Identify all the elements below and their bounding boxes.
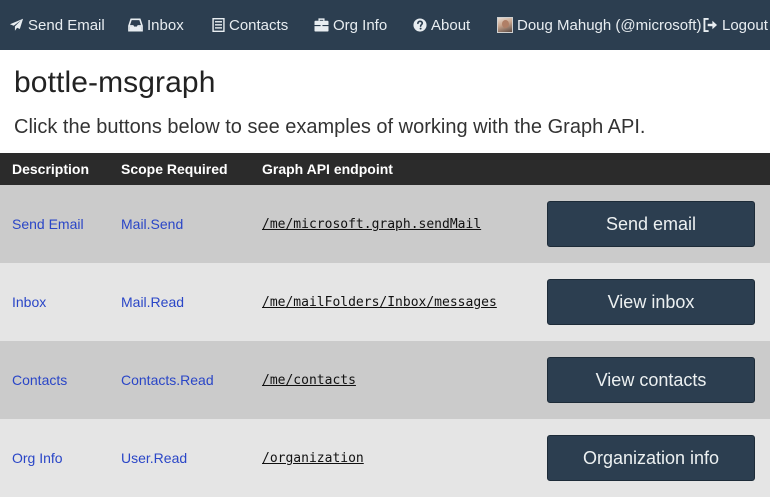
row-endpoint: /me/mailFolders/Inbox/messages [262, 295, 497, 310]
row-scope-link[interactable]: Mail.Send [121, 216, 183, 232]
view-inbox-button[interactable]: View inbox [547, 279, 755, 325]
row-description-link[interactable]: Org Info [12, 450, 63, 466]
row-scope-link[interactable]: Contacts.Read [121, 372, 214, 388]
nav-logout[interactable]: Logout [703, 0, 768, 50]
nav-send-email[interactable]: Send Email [9, 0, 105, 50]
list-icon [212, 18, 225, 32]
inbox-tray-icon [128, 18, 143, 32]
row-description-link[interactable]: Contacts [12, 372, 67, 388]
row-endpoint: /organization [262, 451, 364, 466]
column-header-description: Description [12, 161, 90, 177]
nav-inbox-label: Inbox [147, 16, 184, 34]
row-description-link[interactable]: Inbox [12, 294, 46, 310]
table-row: Send Email Mail.Send /me/microsoft.graph… [0, 185, 770, 263]
nav-user-label: Doug Mahugh (@microsoft) [517, 16, 702, 34]
top-navbar: Send Email Inbox Contacts Org Info About… [0, 0, 770, 50]
row-scope-link[interactable]: Mail.Read [121, 294, 184, 310]
nav-inbox[interactable]: Inbox [128, 0, 184, 50]
table-header: Description Scope Required Graph API end… [0, 153, 770, 185]
row-description-link[interactable]: Send Email [12, 216, 84, 232]
briefcase-icon [314, 18, 329, 32]
column-header-scope: Scope Required [121, 161, 228, 177]
nav-contacts[interactable]: Contacts [212, 0, 288, 50]
send-email-button[interactable]: Send email [547, 201, 755, 247]
row-endpoint: /me/contacts [262, 373, 356, 388]
paper-plane-icon [9, 18, 24, 32]
nav-org-info[interactable]: Org Info [314, 0, 387, 50]
question-circle-icon [413, 18, 427, 32]
page-subtitle: Click the buttons below to see examples … [14, 116, 646, 138]
row-endpoint: /me/microsoft.graph.sendMail [262, 217, 482, 232]
nav-org-info-label: Org Info [333, 16, 388, 34]
nav-send-email-label: Send Email [28, 16, 105, 34]
nav-logout-label: Logout [722, 16, 768, 34]
nav-about[interactable]: About [413, 0, 470, 50]
row-scope-link[interactable]: User.Read [121, 450, 187, 466]
nav-about-label: About [431, 16, 471, 34]
table-row: Inbox Mail.Read /me/mailFolders/Inbox/me… [0, 263, 770, 341]
nav-contacts-label: Contacts [229, 16, 289, 34]
view-contacts-button[interactable]: View contacts [547, 357, 755, 403]
graph-api-table: Description Scope Required Graph API end… [0, 153, 770, 497]
table-row: Contacts Contacts.Read /me/contacts View… [0, 341, 770, 419]
user-avatar [497, 17, 513, 33]
page-title: bottle-msgraph [14, 66, 216, 99]
column-header-endpoint: Graph API endpoint [262, 161, 393, 177]
nav-user-profile[interactable]: Doug Mahugh (@microsoft) [497, 0, 701, 50]
organization-info-button[interactable]: Organization info [547, 435, 755, 481]
logout-icon [703, 18, 718, 32]
table-row: Org Info User.Read /organization Organiz… [0, 419, 770, 497]
